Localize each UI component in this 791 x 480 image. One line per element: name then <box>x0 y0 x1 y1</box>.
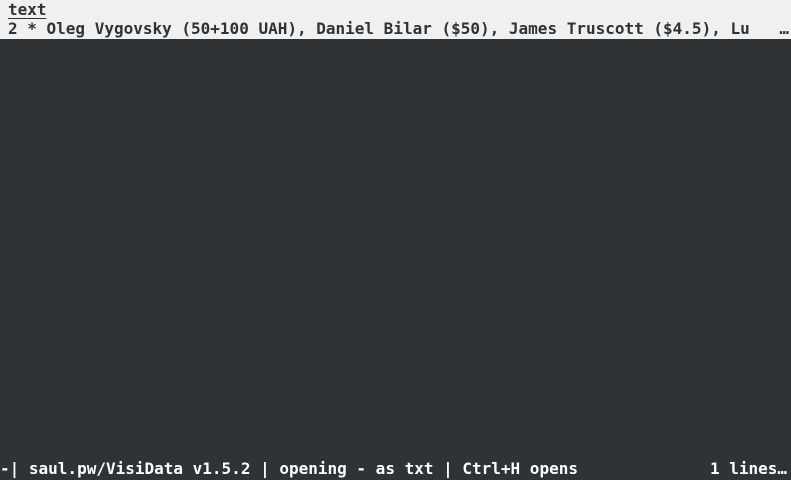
row-count-indicator: 1 lines… <box>709 459 787 478</box>
row-cell-text[interactable]: 2 * Oleg Vygovsky (50+100 UAH), Daniel B… <box>8 19 750 39</box>
status-message: -| saul.pw/VisiData v1.5.2 | opening - a… <box>0 459 578 478</box>
column-header-row: text <box>0 0 791 19</box>
table-row[interactable]: 2 * Oleg Vygovsky (50+100 UAH), Daniel B… <box>0 19 791 39</box>
status-bar: -| saul.pw/VisiData v1.5.2 | opening - a… <box>0 458 791 480</box>
column-header-text[interactable]: text <box>8 0 47 19</box>
overflow-marker: … <box>779 19 789 38</box>
terminal-window: text 2 * Oleg Vygovsky (50+100 UAH), Dan… <box>0 0 791 480</box>
